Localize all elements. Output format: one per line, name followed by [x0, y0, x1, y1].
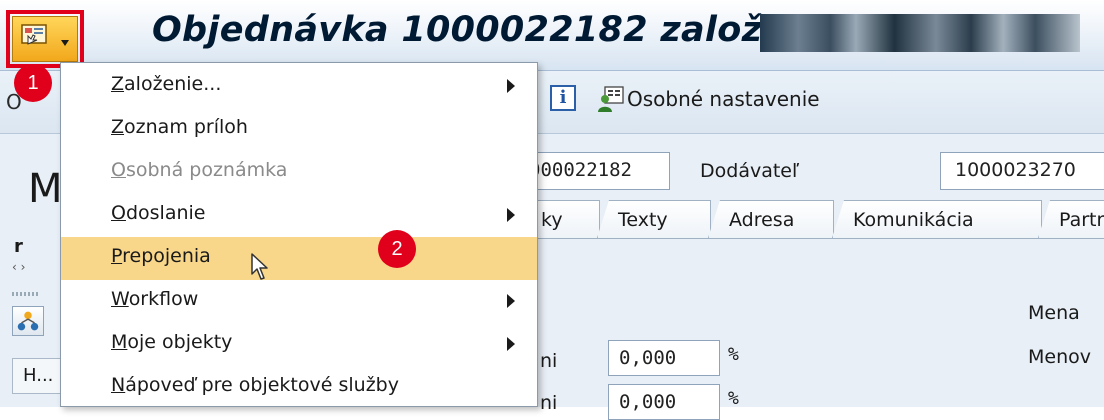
services-for-object-icon [21, 24, 47, 45]
personal-settings-icon[interactable] [596, 85, 626, 113]
menu-item-help-object-services[interactable]: Nápoveď pre objektové služby [61, 366, 537, 409]
tab-texts[interactable]: Texty [597, 200, 711, 238]
currency-label: Mena [1028, 302, 1080, 324]
personal-settings-label[interactable]: Osobné nastavenie [627, 87, 820, 111]
menu-item-mnemonic: Z [111, 73, 125, 95]
window-title: Objednávka 1000022182 založil [152, 10, 787, 50]
grip-handle[interactable] [12, 292, 38, 296]
menu-item-label: repojenia [122, 245, 211, 267]
dropdown-arrow-icon [61, 40, 69, 46]
services-for-object-menu: Založenie... Zoznam príloh Osobná poznám… [60, 62, 538, 407]
left-panel-tab[interactable]: H... [12, 358, 64, 394]
tab-communication[interactable]: Komunikácia [832, 200, 1042, 238]
nav-arrows-icon[interactable]: ‹ › [12, 260, 25, 274]
menu-item-relationships[interactable]: Prepojenia [61, 237, 537, 280]
mouse-pointer-icon [251, 253, 268, 280]
menu-item-label: sobná poznámka [125, 159, 288, 181]
menu-item-label: oznam príloh [124, 116, 248, 138]
menu-item-mnemonic: W [111, 288, 129, 310]
tab-panel-border [520, 238, 1104, 239]
menu-item-mnemonic: N [111, 374, 126, 396]
exchange-rate-label: Menov [1028, 346, 1091, 368]
submenu-arrow-icon [507, 79, 515, 93]
vendor-field[interactable]: 1000023270 [940, 152, 1104, 190]
menu-item-label: ápoveď pre objektové služby [125, 374, 399, 396]
discount1-field[interactable]: 0,000 [608, 340, 720, 376]
submenu-arrow-icon [507, 294, 515, 308]
menu-item-workflow[interactable]: Workflow [61, 280, 537, 323]
menu-item-mnemonic: O [111, 159, 126, 181]
step-2-badge: 2 [378, 230, 416, 268]
menu-item-label: aloženie... [124, 73, 222, 95]
menu-item-send[interactable]: Odoslanie [61, 194, 537, 237]
menu-item-create[interactable]: Založenie... [61, 65, 537, 108]
discount1-label: ni [540, 350, 558, 372]
discount2-label: ni [540, 392, 558, 414]
left-panel-small-fragment: r [14, 236, 23, 257]
workflow-tool-icon[interactable] [12, 306, 44, 336]
submenu-arrow-icon [507, 337, 515, 351]
info-icon[interactable]: i [550, 85, 576, 111]
redacted-user-name [760, 14, 1080, 52]
discount1-unit: % [728, 344, 739, 365]
menu-item-personal-note: Osobná poznámka [61, 151, 537, 194]
submenu-arrow-icon [507, 208, 515, 222]
menu-item-label: oje objekty [127, 331, 233, 353]
tab-address[interactable]: Adresa [708, 200, 834, 238]
discount2-unit: % [728, 388, 739, 409]
menu-item-mnemonic: Z [111, 116, 125, 138]
menu-item-label: doslanie [125, 202, 206, 224]
menu-item-label: orkflow [128, 288, 199, 310]
vendor-label: Dodávateľ [700, 160, 800, 182]
menu-item-attachment-list[interactable]: Zoznam príloh [61, 108, 537, 151]
left-panel-fragment: M [28, 166, 63, 212]
menu-item-my-objects[interactable]: Moje objekty [61, 323, 537, 366]
discount2-field[interactable]: 0,000 [608, 384, 720, 420]
menu-item-mnemonic: M [111, 331, 128, 353]
purchase-order-number-field[interactable]: 000022182 [520, 152, 670, 190]
menu-item-mnemonic: P [111, 245, 123, 267]
menu-item-mnemonic: O [111, 202, 126, 224]
step-1-badge: 1 [14, 64, 52, 102]
